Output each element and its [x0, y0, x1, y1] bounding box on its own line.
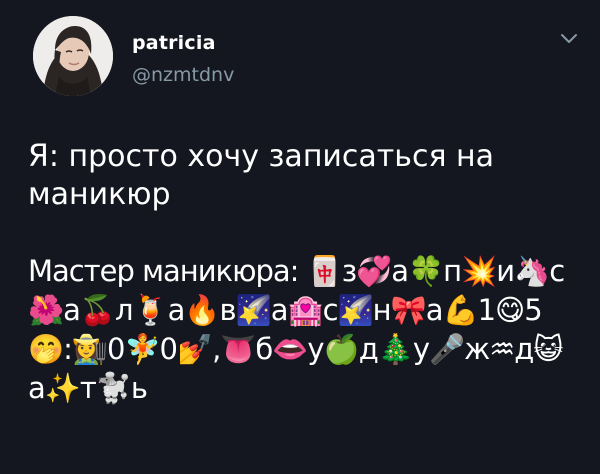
chevron-down-icon[interactable]: [560, 33, 578, 45]
user-handle[interactable]: @nzmtdnv: [132, 64, 234, 86]
profile-photo-icon: [33, 16, 113, 96]
tweet-line-1: Я: просто хочу записаться на маникюр: [28, 139, 495, 212]
tweet-text: Я: просто хочу записаться на маникюр Мас…: [28, 138, 584, 408]
tweet-line-2: Мастер маникюра: 🀄з💞а🍀п💥и🦄с🌺а🍒л🍹а🔥в🌠а🏩с🌠…: [28, 254, 565, 405]
avatar[interactable]: [33, 16, 113, 96]
tweet-card: patricia @nzmtdnv Я: просто хочу записат…: [0, 0, 600, 474]
display-name[interactable]: patricia: [132, 32, 216, 54]
